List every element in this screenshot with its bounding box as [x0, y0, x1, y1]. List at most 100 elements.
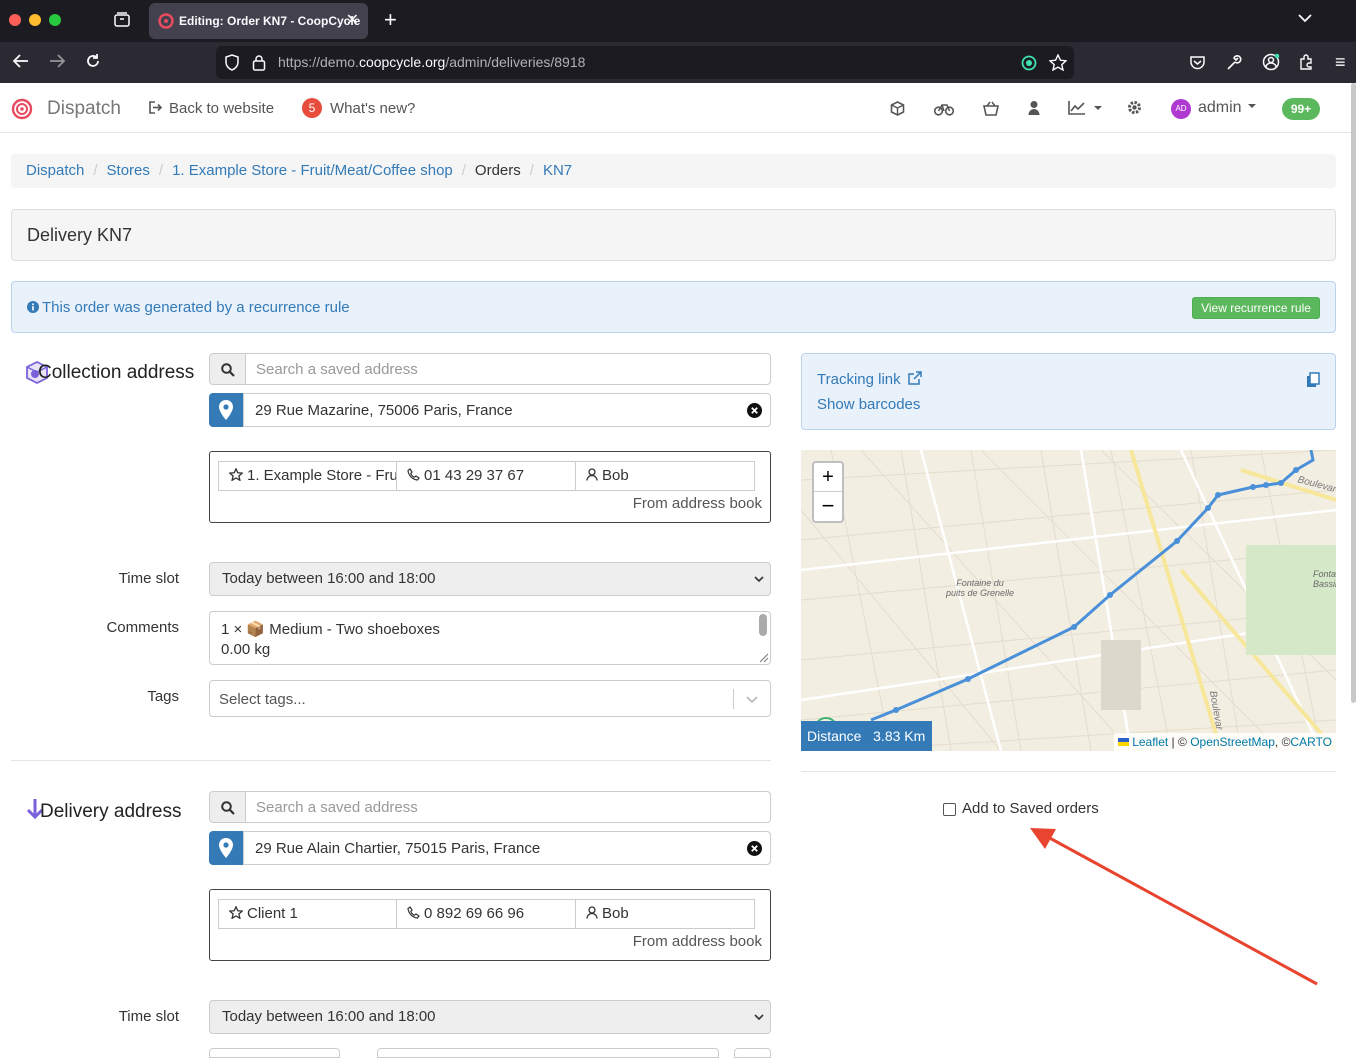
zoom-window-button[interactable] — [49, 14, 61, 26]
breadcrumb-dispatch[interactable]: Dispatch — [26, 162, 84, 179]
delivery-name-field[interactable]: Client 1 — [218, 899, 397, 929]
breadcrumb-order[interactable]: KN7 — [543, 162, 572, 179]
devtools-wrench-icon[interactable] — [1225, 54, 1242, 71]
user-menu[interactable]: admin — [1198, 99, 1256, 117]
collection-phone-field[interactable]: 01 43 29 37 67 — [396, 461, 576, 491]
extensions-puzzle-icon[interactable] — [1298, 53, 1315, 71]
recurrence-alert: This order was generated by a recurrence… — [11, 281, 1336, 333]
coopcycle-logo-icon[interactable] — [11, 98, 33, 120]
tab-overview-icon[interactable] — [113, 11, 131, 34]
delivery-from-address-book: From address book — [632, 933, 762, 950]
avatar[interactable]: AD — [1171, 99, 1191, 119]
map-marker-icon — [219, 838, 233, 858]
cube-icon[interactable] — [890, 101, 905, 116]
user-icon[interactable] — [1028, 100, 1040, 116]
shopping-basket-icon[interactable] — [983, 101, 999, 116]
tab-list-chevron-icon[interactable] — [1298, 10, 1312, 30]
tracking-link[interactable]: Tracking link — [817, 371, 922, 388]
delivery-time-slot-select[interactable]: Today between 16:00 and 18:00 — [209, 1000, 771, 1034]
tab-title: Editing: Order KN7 - CoopCycle — [179, 14, 361, 28]
account-icon[interactable] — [1262, 53, 1280, 71]
map-label-fontaine: Fontaine du puits de Grenelle — [946, 578, 1015, 598]
reload-icon[interactable] — [84, 52, 102, 75]
breadcrumb: Dispatch / Stores/1. Example Store - Fruit… — [11, 154, 1336, 188]
chevron-down-icon — [754, 1014, 764, 1021]
next-field-partial[interactable] — [734, 1048, 771, 1058]
forward-icon[interactable] — [48, 52, 66, 75]
collection-comments-label: Comments — [106, 619, 179, 636]
lock-icon[interactable] — [252, 54, 266, 71]
sign-out-icon — [149, 101, 163, 114]
clear-circle-icon[interactable] — [747, 403, 762, 418]
next-field-partial[interactable] — [209, 1048, 340, 1058]
copy-icon[interactable] — [1306, 372, 1320, 388]
star-icon — [228, 905, 244, 920]
breadcrumb-store[interactable]: 1. Example Store - Fruit/Meat/Coffee sho… — [172, 162, 453, 179]
view-recurrence-rule-button[interactable]: View recurrence rule — [1192, 297, 1320, 319]
back-icon[interactable] — [12, 52, 30, 75]
shield-icon[interactable] — [224, 54, 240, 71]
line-chart-icon — [1068, 101, 1085, 115]
url-bar[interactable]: https://demo.coopcycle.org/admin/deliver… — [216, 46, 1074, 79]
collection-tags-label: Tags — [147, 688, 179, 705]
resize-handle-icon[interactable] — [758, 652, 769, 663]
add-to-saved-orders-checkbox[interactable] — [943, 803, 956, 816]
distance-badge: Distance 3.83 Km — [801, 721, 932, 751]
gear-icon[interactable] — [1127, 100, 1142, 115]
menu-hamburger-icon[interactable]: ≡ — [1335, 52, 1346, 72]
whats-new-badge: 5 — [302, 98, 322, 118]
pocket-icon[interactable] — [1189, 54, 1206, 71]
collection-contact-field[interactable]: Bob — [575, 461, 755, 491]
delivery-phone-field[interactable]: 0 892 69 66 96 — [396, 899, 576, 929]
next-field-partial[interactable] — [377, 1048, 719, 1058]
delivery-map-marker-addon — [209, 831, 243, 865]
show-barcodes-link[interactable]: Show barcodes — [817, 396, 920, 413]
close-window-button[interactable] — [9, 14, 21, 26]
zoom-in-button[interactable]: + — [814, 463, 842, 492]
phone-icon — [407, 906, 420, 919]
caret-down-icon — [1247, 104, 1256, 108]
collection-tags-select[interactable]: Select tags... — [209, 680, 771, 717]
textarea-scrollbar[interactable] — [759, 614, 767, 636]
minimize-window-button[interactable] — [29, 14, 41, 26]
delivery-contact-box: Client 1 0 892 69 66 96 Bob From address… — [209, 889, 771, 961]
collection-name-field[interactable]: 1. Example Store - Fru — [218, 461, 397, 491]
search-icon — [221, 801, 235, 815]
page-scrollbar[interactable] — [1351, 83, 1356, 703]
map-marker-icon — [219, 400, 233, 420]
new-tab-icon[interactable]: + — [384, 9, 397, 31]
back-to-website-link[interactable]: Back to website — [149, 100, 274, 117]
collection-contact-box: 1. Example Store - Fru 01 43 29 37 67 Bo… — [209, 451, 771, 523]
collection-search-input[interactable]: Search a saved address — [245, 353, 771, 385]
stats-menu[interactable] — [1068, 100, 1103, 119]
ukraine-flag-icon — [1117, 738, 1129, 746]
delivery-search-input[interactable]: Search a saved address — [245, 791, 771, 823]
breadcrumb-stores[interactable]: Stores — [107, 162, 150, 179]
browser-tab-bar: Editing: Order KN7 - CoopCycle ✕ + — [0, 0, 1356, 42]
tracking-panel: Tracking link Show barcodes — [801, 353, 1336, 430]
whats-new-link[interactable]: What's new? — [330, 100, 415, 117]
delivery-search-addon — [209, 791, 246, 823]
extension-record-icon[interactable] — [1021, 55, 1037, 71]
user-outline-icon — [586, 468, 598, 481]
phone-icon — [407, 468, 420, 481]
notifications-badge[interactable]: 99+ — [1282, 98, 1320, 120]
clear-circle-icon[interactable] — [747, 841, 762, 856]
collection-address-field[interactable]: 29 Rue Mazarine, 75006 Paris, France — [243, 393, 771, 427]
zoom-out-button[interactable]: − — [814, 493, 842, 521]
collection-time-slot-select[interactable]: Today between 16:00 and 18:00 — [209, 562, 771, 596]
delivery-address-field[interactable]: 29 Rue Alain Chartier, 75015 Paris, Fran… — [243, 831, 771, 865]
active-tab[interactable]: Editing: Order KN7 - CoopCycle ✕ — [149, 3, 368, 39]
route-map[interactable]: Fontaine dupuits de Grenelle FontaBassin… — [801, 450, 1336, 751]
page-title: Delivery KN7 — [27, 225, 133, 245]
recurrence-notice: This order was generated by a recurrence… — [27, 299, 350, 316]
bicycle-icon[interactable] — [934, 102, 954, 116]
bookmark-star-icon[interactable] — [1049, 54, 1067, 71]
delivery-address-heading: Delivery address — [40, 801, 182, 822]
collection-from-address-book: From address book — [632, 495, 762, 512]
brand-dispatch[interactable]: Dispatch — [47, 98, 121, 120]
close-tab-icon[interactable]: ✕ — [346, 10, 359, 30]
delivery-contact-field[interactable]: Bob — [575, 899, 755, 929]
add-to-saved-orders-label[interactable]: Add to Saved orders — [962, 800, 1099, 817]
collection-comments-textarea[interactable]: 1 × 📦 Medium - Two shoeboxes 0.00 kg — [209, 611, 771, 665]
